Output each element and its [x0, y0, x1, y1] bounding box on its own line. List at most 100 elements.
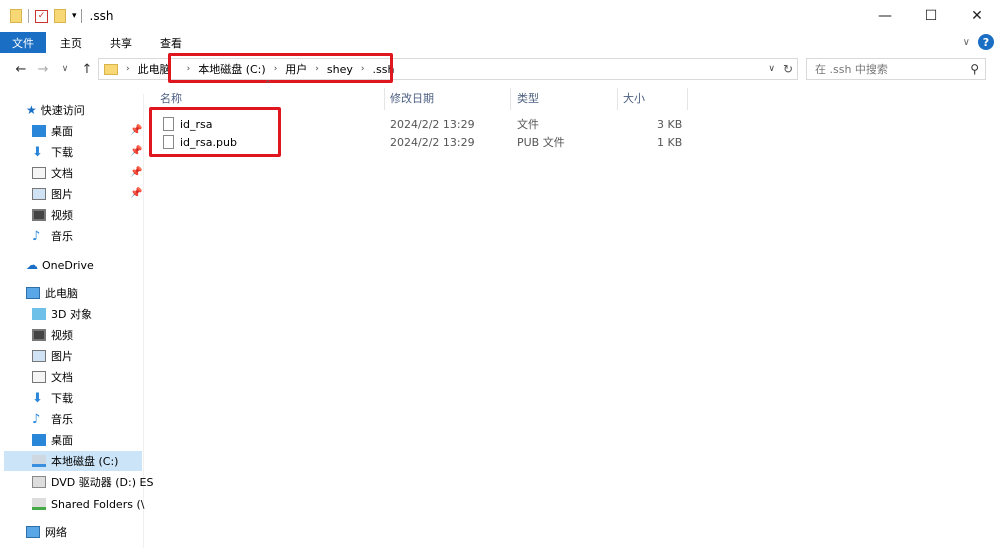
- sidebar-item-pictures[interactable]: 图片: [32, 184, 73, 204]
- refresh-icon[interactable]: ↻: [783, 62, 793, 76]
- sidebar-item-label: 文档: [51, 371, 73, 384]
- files-highlight-box: [149, 107, 281, 157]
- search-input[interactable]: 在 .ssh 中搜索 ⚲: [806, 58, 986, 80]
- sidebar-item-pc-pictures[interactable]: 图片: [32, 346, 73, 366]
- ribbon-collapse-icon[interactable]: ∨: [963, 37, 970, 48]
- document-icon: [32, 167, 46, 179]
- column-divider[interactable]: [687, 88, 688, 110]
- up-arrow-icon[interactable]: ↑: [78, 62, 96, 77]
- sidebar-item-desktop[interactable]: 桌面: [32, 121, 73, 141]
- column-divider[interactable]: [384, 88, 385, 110]
- download-arrow-icon: ⬇: [32, 144, 43, 160]
- folder-icon: [10, 9, 22, 23]
- breadcrumb-this-pc[interactable]: 此电脑: [138, 61, 171, 77]
- customize-toolbar-icon[interactable]: ▾: [72, 11, 77, 21]
- sidebar-item-pc-documents[interactable]: 文档: [32, 367, 73, 387]
- network-drive-icon: [32, 498, 46, 510]
- tab-home[interactable]: 主页: [46, 32, 96, 53]
- back-arrow-icon[interactable]: ←: [12, 62, 30, 77]
- column-header-name[interactable]: 名称: [160, 88, 182, 108]
- tab-share[interactable]: 共享: [96, 32, 146, 53]
- sidebar-item-label: DVD 驱动器 (D:) ES: [51, 476, 154, 489]
- sidebar-item-label: 桌面: [51, 434, 73, 447]
- properties-icon[interactable]: ✓: [35, 9, 48, 23]
- sidebar-item-label: 网络: [45, 526, 67, 539]
- sidebar-item-documents[interactable]: 文档: [32, 163, 73, 183]
- document-icon: [32, 371, 46, 383]
- sidebar-item-label: 3D 对象: [51, 308, 92, 321]
- minimize-button[interactable]: —: [862, 0, 908, 32]
- picture-icon: [32, 350, 46, 362]
- cube-icon: [32, 308, 46, 320]
- star-icon: ★: [26, 103, 37, 117]
- sidebar-item-label: 下载: [51, 146, 73, 159]
- chevron-down-icon[interactable]: ∨: [768, 64, 775, 74]
- music-note-icon: ♪: [32, 228, 41, 244]
- close-button[interactable]: ✕: [954, 0, 1000, 32]
- sidebar-item-label: Shared Folders (\: [51, 497, 145, 511]
- window-controls: — ☐ ✕: [862, 0, 1000, 32]
- navigation-pane: ★ 快速访问 桌面 📌 ⬇ 下载 📌 文档 📌 图片 📌 视频 ♪ 音乐 ☁ O…: [0, 94, 153, 548]
- sidebar-item-label: 文档: [51, 167, 73, 180]
- pin-icon[interactable]: 📌: [130, 125, 142, 136]
- pin-icon[interactable]: 📌: [130, 146, 142, 157]
- tab-file[interactable]: 文件: [0, 32, 46, 53]
- sidebar-item-pc-desktop[interactable]: 桌面: [32, 430, 73, 450]
- sidebar-item-pc-downloads[interactable]: ⬇ 下载: [32, 388, 73, 408]
- maximize-button[interactable]: ☐: [908, 0, 954, 32]
- sidebar-item-label: 视频: [51, 209, 73, 222]
- sidebar-item-onedrive[interactable]: ☁ OneDrive: [26, 255, 94, 275]
- sidebar-item-label: 本地磁盘 (C:): [51, 455, 119, 468]
- sidebar-item-quick-access[interactable]: ★ 快速访问: [26, 100, 85, 120]
- computer-icon: [26, 287, 40, 299]
- search-placeholder: 在 .ssh 中搜索: [815, 63, 888, 76]
- sidebar-item-this-pc[interactable]: 此电脑: [26, 283, 78, 303]
- recent-locations-icon[interactable]: ∨: [56, 64, 74, 74]
- forward-arrow-icon[interactable]: →: [34, 62, 52, 77]
- address-row: ← → ∨ ↑ › 此电脑 › 本地磁盘 (C:) › 用户 › shey › …: [0, 55, 1000, 83]
- chevron-right-icon: ›: [126, 64, 130, 74]
- title-bar: ✓ ▾ .ssh — ☐ ✕: [0, 0, 1000, 32]
- sidebar-item-videos[interactable]: 视频: [32, 205, 73, 225]
- sidebar-item-music[interactable]: ♪ 音乐: [32, 226, 73, 246]
- sidebar-item-dvd-drive[interactable]: DVD 驱动器 (D:) ES: [32, 472, 153, 492]
- file-type: 文件: [517, 118, 539, 131]
- sidebar-item-label: 此电脑: [45, 287, 78, 300]
- drive-icon: [32, 455, 46, 467]
- sidebar-item-label: 桌面: [51, 125, 73, 138]
- folder-icon: [104, 63, 118, 75]
- column-divider[interactable]: [617, 88, 618, 110]
- sidebar-item-shared-folders[interactable]: Shared Folders (\: [32, 494, 144, 514]
- video-icon: [32, 329, 46, 341]
- column-header-size[interactable]: 大小: [623, 88, 645, 108]
- sidebar-item-label: 快速访问: [40, 104, 85, 117]
- sidebar-item-pc-videos[interactable]: 视频: [32, 325, 73, 345]
- column-header-date[interactable]: 修改日期: [390, 88, 434, 108]
- title-separator: [80, 9, 82, 23]
- column-divider[interactable]: [510, 88, 511, 110]
- sidebar-item-pc-music[interactable]: ♪ 音乐: [32, 409, 73, 429]
- tab-view[interactable]: 查看: [146, 32, 196, 53]
- ribbon-tabs: 文件 主页 共享 查看 ∨ ?: [0, 32, 1000, 53]
- search-icon: ⚲: [970, 62, 979, 76]
- network-icon: [26, 526, 40, 538]
- sidebar-item-label: 图片: [51, 350, 73, 363]
- sidebar-item-3d-objects[interactable]: 3D 对象: [32, 304, 92, 324]
- column-header-type[interactable]: 类型: [517, 88, 539, 108]
- new-folder-icon[interactable]: [54, 9, 66, 23]
- file-size: 1 KB: [657, 135, 683, 149]
- file-type: PUB 文件: [517, 136, 565, 149]
- sidebar-item-label: 音乐: [51, 230, 73, 243]
- sidebar-item-label: 音乐: [51, 413, 73, 426]
- file-date: 2024/2/2 13:29: [390, 135, 475, 149]
- help-icon[interactable]: ?: [978, 34, 994, 50]
- download-arrow-icon: ⬇: [32, 390, 43, 406]
- sidebar-item-downloads[interactable]: ⬇ 下载: [32, 142, 73, 162]
- music-note-icon: ♪: [32, 411, 41, 427]
- sidebar-item-local-disk-c[interactable]: 本地磁盘 (C:): [4, 451, 142, 471]
- sidebar-item-network[interactable]: 网络: [26, 522, 67, 542]
- file-date: 2024/2/2 13:29: [390, 117, 475, 131]
- desktop-icon: [32, 434, 46, 446]
- pin-icon[interactable]: 📌: [130, 188, 142, 199]
- pin-icon[interactable]: 📌: [130, 167, 142, 178]
